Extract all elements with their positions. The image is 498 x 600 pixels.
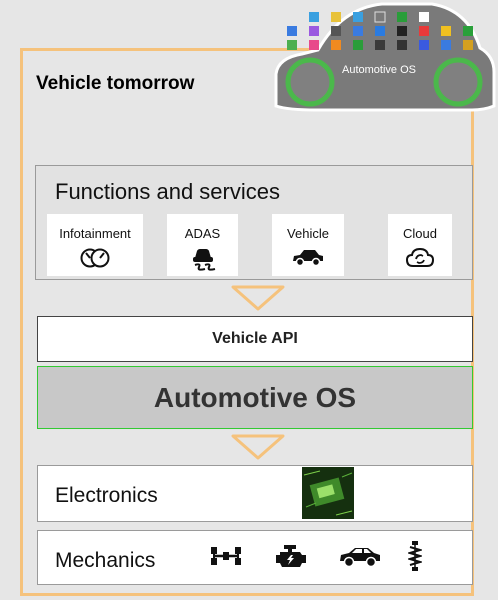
tile-infotainment: Infotainment	[47, 214, 143, 276]
tile-label: Infotainment	[59, 226, 131, 241]
functions-title: Functions and services	[55, 179, 280, 204]
vehicle-api-box: Vehicle API	[37, 316, 473, 362]
tile-vehicle: Vehicle	[272, 214, 344, 276]
car-illustration	[274, 2, 496, 112]
tile-label: Cloud	[403, 226, 437, 241]
down-arrow	[231, 285, 285, 311]
gauges-icon	[80, 248, 110, 268]
suspension-icon	[408, 541, 422, 571]
cloud-sync-icon	[405, 247, 435, 267]
car-icon	[293, 250, 323, 267]
diagram-title: Vehicle tomorrow	[36, 73, 195, 94]
down-arrow	[231, 434, 285, 460]
automotive-os-box: Automotive OS	[37, 366, 473, 429]
skidding-car-icon	[192, 249, 215, 271]
electronics-label: Electronics	[55, 484, 158, 507]
car-label: Automotive OS	[342, 64, 416, 76]
mechanics-label: Mechanics	[55, 549, 156, 572]
axle-icon	[211, 547, 241, 565]
front-wheel	[285, 57, 335, 107]
engine-icon	[276, 545, 306, 567]
rear-wheel	[433, 57, 483, 107]
tile-adas: ADAS	[167, 214, 238, 276]
tile-cloud: Cloud	[388, 214, 452, 276]
tile-label: ADAS	[184, 226, 221, 241]
tile-label: Vehicle	[287, 226, 329, 241]
car-icon	[340, 548, 380, 568]
circuit-board-icon	[302, 467, 354, 519]
